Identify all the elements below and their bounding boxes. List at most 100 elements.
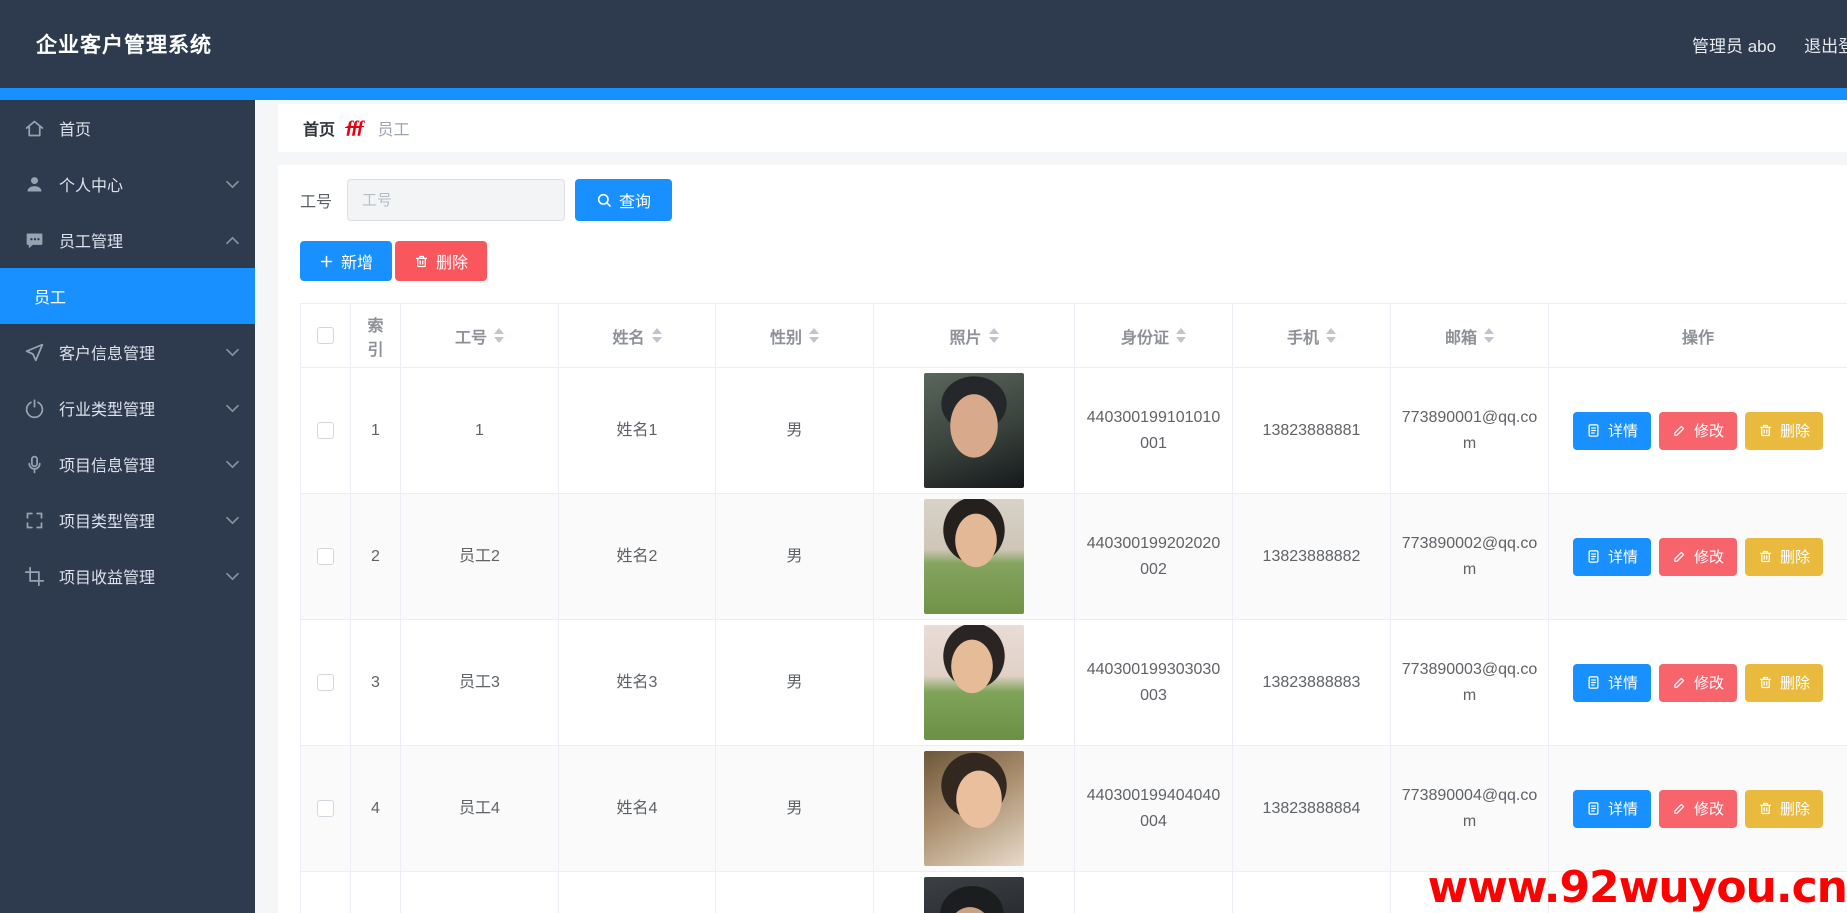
row-checkbox[interactable] xyxy=(317,800,334,817)
col-header-gender[interactable]: 性别 xyxy=(716,304,874,368)
table-row: 4员工4姓名4男44030019940404000413823888884773… xyxy=(301,746,1847,872)
cell-email: 773890004@qq.com xyxy=(1391,746,1549,872)
cell-idcard: 440300199202020002 xyxy=(1075,494,1233,620)
chevron-down-icon xyxy=(226,460,239,469)
col-header-email[interactable]: 邮箱 xyxy=(1391,304,1549,368)
sidebar-item-profile[interactable]: 个人中心 xyxy=(0,156,255,212)
sidebar-item-project-type-mgmt[interactable]: 项目类型管理 xyxy=(0,492,255,548)
toolbar: 新增 删除 xyxy=(300,241,1847,281)
employee-table: 索引工号姓名性别照片身份证手机邮箱操作 11姓名1男44030019910101… xyxy=(300,303,1847,913)
logout-link[interactable]: 退出登录 xyxy=(1804,32,1847,57)
row-checkbox[interactable] xyxy=(317,422,334,439)
sidebar-item-home[interactable]: 首页 xyxy=(0,100,255,156)
message-icon xyxy=(24,230,45,251)
cell-name xyxy=(559,872,716,913)
sidebar-menu: 首页个人中心员工管理员工客户信息管理行业类型管理项目信息管理项目类型管理项目收益… xyxy=(0,100,255,604)
document-icon xyxy=(1586,423,1601,438)
current-user[interactable]: 管理员 abo xyxy=(1692,32,1776,57)
sidebar-item-industry-type-mgmt[interactable]: 行业类型管理 xyxy=(0,380,255,436)
col-header-phone[interactable]: 手机 xyxy=(1233,304,1391,368)
row-delete-button[interactable]: 删除 xyxy=(1745,412,1823,450)
pencil-icon xyxy=(1672,675,1687,690)
user-icon xyxy=(24,174,45,195)
sidebar-subitem-employee[interactable]: 员工 xyxy=(0,268,255,324)
crop-icon xyxy=(24,566,45,587)
cell-name: 姓名1 xyxy=(559,368,716,494)
query-button[interactable]: 查询 xyxy=(575,179,672,221)
cell-gender: 男 xyxy=(716,368,874,494)
chevron-down-icon xyxy=(226,180,239,189)
row-checkbox[interactable] xyxy=(317,674,334,691)
cell-email: 773890003@qq.com xyxy=(1391,620,1549,746)
row-delete-button[interactable]: 删除 xyxy=(1745,664,1823,702)
sidebar-item-project-info-mgmt[interactable]: 项目信息管理 xyxy=(0,436,255,492)
sort-icon[interactable] xyxy=(809,328,819,343)
sort-icon[interactable] xyxy=(494,328,504,343)
trash-icon xyxy=(414,254,429,269)
modify-button[interactable]: 修改 xyxy=(1659,664,1737,702)
cell-empno xyxy=(401,872,559,913)
app-root: 企业客户管理系统 管理员 abo 退出登录 首页个人中心员工管理员工客户信息管理… xyxy=(0,0,1847,913)
sort-icon[interactable] xyxy=(1484,328,1494,343)
add-button[interactable]: 新增 xyxy=(300,241,392,281)
col-header-index: 索引 xyxy=(351,304,401,368)
row-delete-button[interactable]: 删除 xyxy=(1745,790,1823,828)
employee-photo xyxy=(924,877,1024,913)
detail-button[interactable]: 详情 xyxy=(1573,790,1651,828)
sort-icon[interactable] xyxy=(989,328,999,343)
empno-search-input[interactable] xyxy=(347,179,565,221)
fullscreen-icon xyxy=(24,510,45,531)
cell-phone: 13823888881 xyxy=(1233,368,1391,494)
col-header-idcard[interactable]: 身份证 xyxy=(1075,304,1233,368)
modify-button[interactable]: 修改 xyxy=(1659,538,1737,576)
cell-phone xyxy=(1233,872,1391,913)
chevron-down-icon xyxy=(226,572,239,581)
app-header: 企业客户管理系统 管理员 abo 退出登录 xyxy=(0,0,1847,88)
cell-index: 1 xyxy=(351,368,401,494)
col-header-photo[interactable]: 照片 xyxy=(874,304,1075,368)
cell-email: 773890001@qq.com xyxy=(1391,368,1549,494)
sidebar-item-project-profit-mgmt[interactable]: 项目收益管理 xyxy=(0,548,255,604)
modify-button[interactable]: 修改 xyxy=(1659,790,1737,828)
sort-icon[interactable] xyxy=(1176,328,1186,343)
cell-gender: 男 xyxy=(716,494,874,620)
row-delete-button[interactable]: 删除 xyxy=(1745,538,1823,576)
cell-gender: 男 xyxy=(716,746,874,872)
content-card: 工号 查询 新增 xyxy=(278,165,1847,913)
cell-empno: 员工4 xyxy=(401,746,559,872)
detail-button[interactable]: 详情 xyxy=(1573,538,1651,576)
detail-button[interactable]: 详情 xyxy=(1573,412,1651,450)
search-label: 工号 xyxy=(300,188,332,212)
employee-photo xyxy=(924,373,1024,488)
col-header-select xyxy=(301,304,351,368)
detail-button[interactable]: 详情 xyxy=(1573,664,1651,702)
chevron-down-icon xyxy=(226,404,239,413)
employee-photo xyxy=(924,499,1024,614)
document-icon xyxy=(1586,675,1601,690)
cell-idcard: 440300199101010001 xyxy=(1075,368,1233,494)
cell-idcard: 440300199303030003 xyxy=(1075,620,1233,746)
batch-delete-button[interactable]: 删除 xyxy=(395,241,487,281)
cell-idcard: 440300199404040004 xyxy=(1075,746,1233,872)
select-all-checkbox[interactable] xyxy=(317,327,334,344)
sidebar-item-customer-info-mgmt[interactable]: 客户信息管理 xyxy=(0,324,255,380)
cell-index: 3 xyxy=(351,620,401,746)
modify-button[interactable]: 修改 xyxy=(1659,412,1737,450)
cell-gender xyxy=(716,872,874,913)
sort-icon[interactable] xyxy=(1326,328,1336,343)
microphone-icon xyxy=(24,454,45,475)
sidebar-item-employee-mgmt[interactable]: 员工管理 xyxy=(0,212,255,268)
col-header-name[interactable]: 姓名 xyxy=(559,304,716,368)
home-icon xyxy=(24,118,45,139)
col-header-empno[interactable]: 工号 xyxy=(401,304,559,368)
cell-phone: 13823888883 xyxy=(1233,620,1391,746)
breadcrumb-separator-glyph: ƒƒƒ xyxy=(345,117,362,139)
breadcrumb: 首页 ƒƒƒ 员工 xyxy=(278,104,1847,152)
cell-gender: 男 xyxy=(716,620,874,746)
app-title: 企业客户管理系统 xyxy=(36,29,212,59)
row-checkbox[interactable] xyxy=(317,548,334,565)
table-row: 3员工3姓名3男44030019930303000313823888883773… xyxy=(301,620,1847,746)
sort-icon[interactable] xyxy=(652,328,662,343)
breadcrumb-home[interactable]: 首页 xyxy=(303,116,335,140)
power-icon xyxy=(24,398,45,419)
